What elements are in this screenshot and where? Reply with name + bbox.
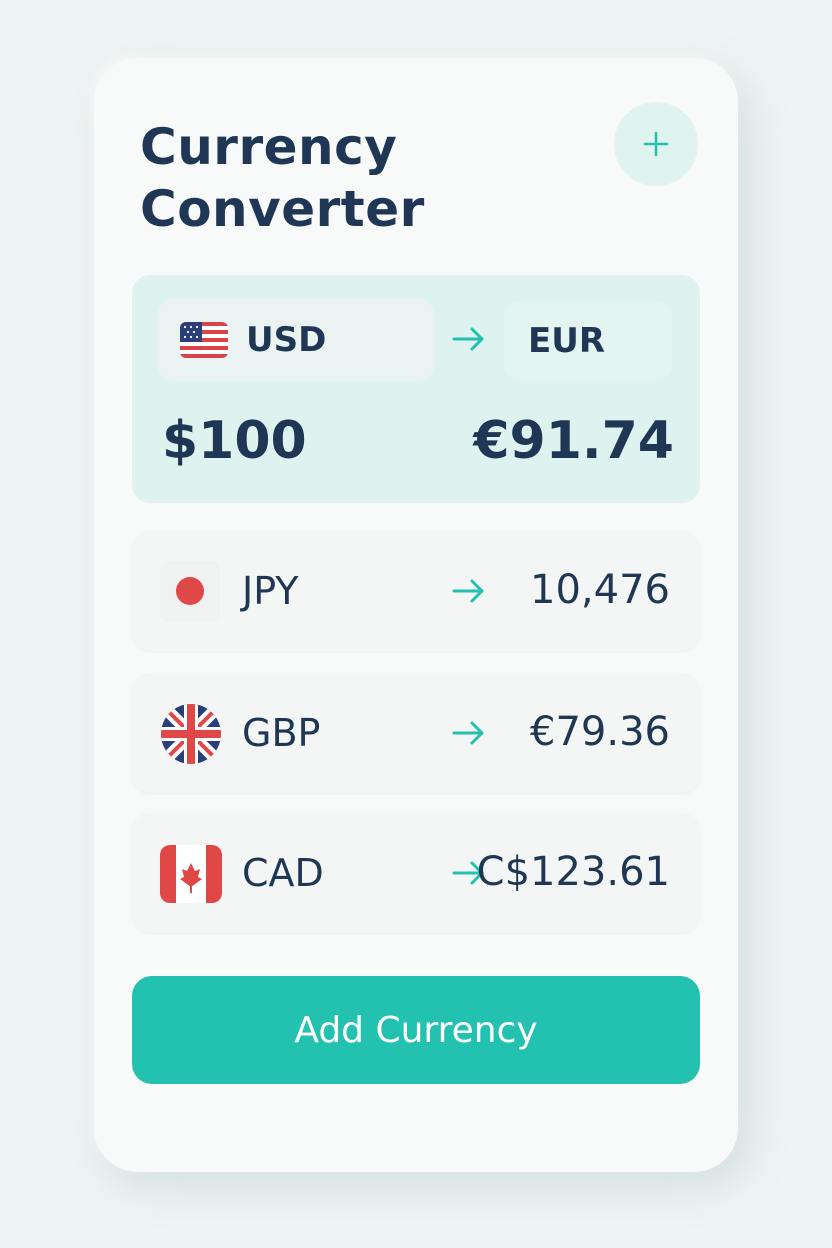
plus-icon bbox=[643, 131, 669, 157]
currency-code: CAD bbox=[242, 851, 324, 895]
from-currency-code: USD bbox=[246, 320, 327, 360]
ca-flag-icon bbox=[160, 845, 222, 903]
add-button[interactable] bbox=[614, 102, 698, 186]
currency-code: GBP bbox=[242, 711, 321, 755]
featured-conversion: USD EUR $100 €91.74 bbox=[132, 275, 700, 503]
add-currency-button[interactable]: Add Currency bbox=[132, 976, 700, 1084]
conversion-row-jpy[interactable]: JPY 10,476 bbox=[132, 531, 700, 651]
currency-code: JPY bbox=[242, 569, 299, 613]
to-amount: €91.74 bbox=[473, 411, 674, 471]
arrow-right-icon bbox=[452, 327, 484, 351]
conversion-row-gbp[interactable]: GBP €79.36 bbox=[132, 673, 700, 793]
to-currency-code: EUR bbox=[528, 321, 606, 361]
to-currency-selector[interactable]: EUR bbox=[504, 301, 672, 381]
converter-card: Currency Converter USD EUR $100 €91.74 J… bbox=[94, 58, 738, 1172]
us-flag-icon bbox=[180, 322, 228, 358]
jp-flag-icon bbox=[160, 561, 220, 621]
converted-amount: €79.36 bbox=[530, 709, 670, 755]
converted-amount: C$123.61 bbox=[476, 849, 670, 895]
page-title: Currency Converter bbox=[140, 118, 425, 238]
uk-flag-icon bbox=[161, 704, 221, 764]
converted-amount: 10,476 bbox=[530, 567, 670, 613]
arrow-right-icon bbox=[452, 579, 484, 603]
from-amount[interactable]: $100 bbox=[162, 411, 307, 471]
from-currency-selector[interactable]: USD bbox=[158, 299, 434, 381]
conversion-row-cad[interactable]: CAD C$123.61 bbox=[132, 813, 700, 933]
arrow-right-icon bbox=[452, 721, 484, 745]
